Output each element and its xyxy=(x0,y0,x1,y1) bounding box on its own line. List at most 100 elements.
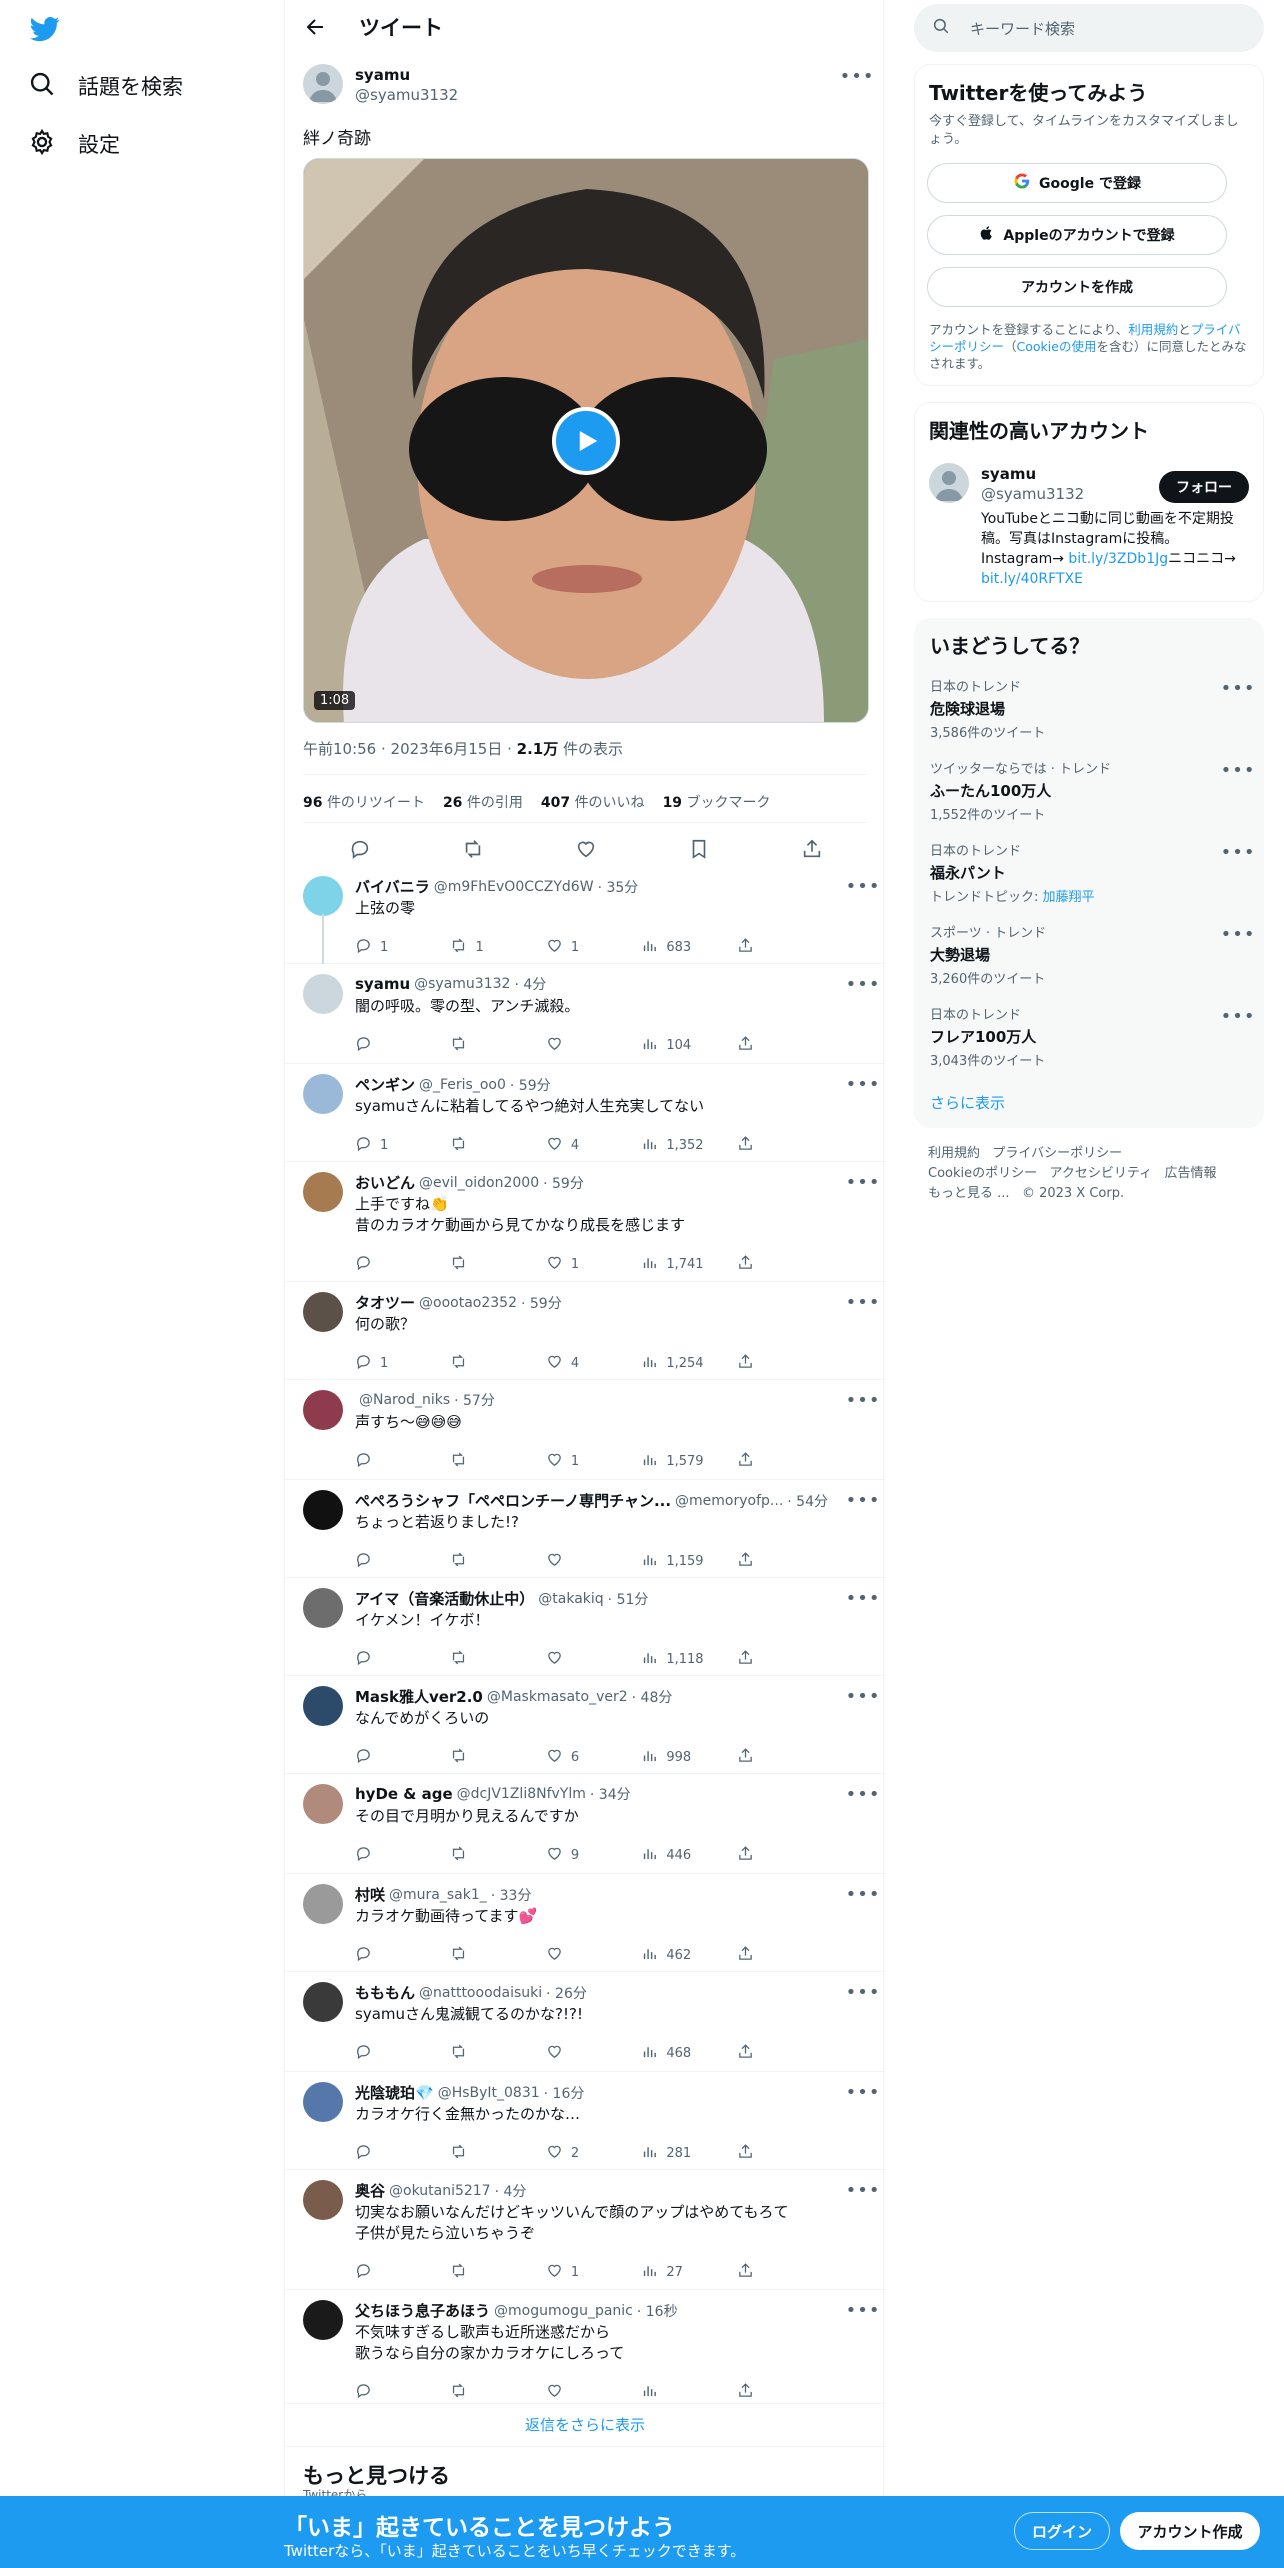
reply-views-button[interactable]: 1,159 xyxy=(641,1551,736,1572)
reply-share-button[interactable] xyxy=(737,2043,775,2064)
reply-retweet-button[interactable]: 1 xyxy=(450,937,545,958)
avatar[interactable] xyxy=(303,2300,343,2340)
reply-retweet-button[interactable] xyxy=(450,1551,545,1572)
footer-ads[interactable]: 広告情報 xyxy=(1165,1166,1217,1181)
reply-retweet-button[interactable] xyxy=(450,2382,545,2403)
reply-time[interactable]: · 59分 xyxy=(510,1075,551,1095)
reply-like-button[interactable] xyxy=(546,2043,641,2064)
avatar[interactable] xyxy=(303,876,343,916)
search-box[interactable]: キーワード検索 xyxy=(914,4,1264,52)
reply-share-button[interactable] xyxy=(737,1135,775,1156)
reply-reply-button[interactable] xyxy=(355,1451,450,1472)
reply-time[interactable]: · 48分 xyxy=(632,1687,673,1707)
reply-views-button[interactable]: 446 xyxy=(641,1845,736,1866)
reply-author-handle[interactable]: @_Feris_oo0 xyxy=(419,1077,506,1093)
reply-author-name[interactable]: hyDe & age xyxy=(355,1785,453,1803)
reply-time[interactable]: · 33分 xyxy=(491,1885,532,1905)
reply-views-button[interactable]: 1,352 xyxy=(641,1135,736,1156)
reply-views-button[interactable]: 998 xyxy=(641,1747,736,1768)
reply-reply-button[interactable]: 1 xyxy=(355,937,450,958)
reply-reply-button[interactable] xyxy=(355,1035,450,1056)
more-options-icon[interactable]: ••• xyxy=(1221,840,1255,864)
tweet-time[interactable]: 午前10:56 xyxy=(303,740,376,758)
reply-reply-button[interactable]: 1 xyxy=(355,1353,450,1374)
more-options-icon[interactable]: ••• xyxy=(846,1488,880,1512)
reply-reply-button[interactable] xyxy=(355,2262,450,2283)
avatar[interactable] xyxy=(303,1172,343,1212)
trend-item[interactable]: 日本のトレンド 危険球退場 3,586件のツイート ••• xyxy=(930,676,1255,742)
reply-time[interactable]: · 59分 xyxy=(521,1293,562,1313)
avatar[interactable] xyxy=(303,1074,343,1114)
trends-show-more-link[interactable]: さらに表示 xyxy=(930,1092,1005,1113)
reply-share-button[interactable] xyxy=(737,2382,775,2403)
reply-views-button[interactable]: 683 xyxy=(641,937,736,958)
reply-icon[interactable] xyxy=(349,838,371,864)
reply-reply-button[interactable] xyxy=(355,2382,450,2403)
reply-retweet-button[interactable] xyxy=(450,1135,545,1156)
more-options-icon[interactable]: ••• xyxy=(846,1072,880,1096)
reply-views-button[interactable]: 27 xyxy=(641,2262,736,2283)
reply-views-button[interactable]: 281 xyxy=(641,2143,736,2164)
more-options-icon[interactable]: ••• xyxy=(846,1388,880,1412)
reply-retweet-button[interactable] xyxy=(450,1254,545,1275)
reply-retweet-button[interactable] xyxy=(450,1747,545,1768)
google-signup-button[interactable]: Google で登録 xyxy=(927,163,1227,203)
reply-like-button[interactable]: 1 xyxy=(546,1254,641,1275)
more-options-icon[interactable]: ••• xyxy=(846,2298,880,2322)
footer-terms[interactable]: 利用規約 xyxy=(928,1146,980,1161)
terms-link[interactable]: 利用規約 xyxy=(1128,322,1178,337)
nav-explore[interactable]: 話題を検索 xyxy=(28,66,183,106)
share-icon[interactable] xyxy=(801,838,823,864)
reply-reply-button[interactable] xyxy=(355,1945,450,1966)
related-handle[interactable]: @syamu3132 xyxy=(981,485,1084,503)
reply-share-button[interactable] xyxy=(737,1035,775,1056)
footer-privacy[interactable]: プライバシーポリシー xyxy=(992,1146,1122,1161)
follow-button[interactable]: フォロー xyxy=(1159,471,1249,503)
bookmark-icon[interactable] xyxy=(688,838,710,864)
more-options-icon[interactable]: ••• xyxy=(846,1980,880,2004)
reply-views-button[interactable]: 1,118 xyxy=(641,1649,736,1670)
reply-like-button[interactable] xyxy=(546,1649,641,1670)
reply-views-button[interactable] xyxy=(641,2382,736,2403)
reply-retweet-button[interactable] xyxy=(450,1649,545,1670)
more-options-icon[interactable]: ••• xyxy=(846,1586,880,1610)
more-options-icon[interactable]: ••• xyxy=(1221,676,1255,700)
reply-author-name[interactable]: タオツー xyxy=(355,1292,415,1313)
reply-author-handle[interactable]: @m9FhEvO0CCZYd6W xyxy=(434,879,594,895)
like-icon[interactable] xyxy=(575,838,597,864)
reply-time[interactable]: · 16分 xyxy=(544,2083,585,2103)
reply-author-handle[interactable]: @HsByIt_0831 xyxy=(438,2085,540,2101)
avatar[interactable] xyxy=(303,2082,343,2122)
reply-author-name[interactable]: Mask雅人ver2.0 xyxy=(355,1686,483,1707)
back-arrow-icon[interactable] xyxy=(303,15,327,39)
avatar[interactable] xyxy=(929,463,969,503)
reply-author-handle[interactable]: @mogumogu_panic xyxy=(494,2303,633,2319)
reply-time[interactable]: · 26分 xyxy=(546,1983,587,2003)
reply-author-name[interactable]: バイバニラ xyxy=(355,876,430,897)
reply-share-button[interactable] xyxy=(737,1254,775,1275)
tweet-author-handle[interactable]: @syamu3132 xyxy=(355,86,458,104)
reply-time[interactable]: · 51分 xyxy=(608,1589,649,1609)
reply-reply-button[interactable]: 1 xyxy=(355,1135,450,1156)
reply-like-button[interactable]: 1 xyxy=(546,2262,641,2283)
avatar[interactable] xyxy=(303,974,343,1014)
bio-link-instagram[interactable]: bit.ly/3ZDb1Jg xyxy=(1068,551,1168,567)
login-button[interactable]: ログイン xyxy=(1014,2512,1110,2550)
reply-like-button[interactable] xyxy=(546,1551,641,1572)
reply-author-name[interactable]: 奥谷 xyxy=(355,2180,385,2201)
avatar[interactable] xyxy=(303,1784,343,1824)
trend-topic-link[interactable]: 加藤翔平 xyxy=(1043,890,1095,905)
nav-settings[interactable]: 設定 xyxy=(28,124,120,164)
twitter-logo-icon[interactable] xyxy=(28,14,62,44)
trend-item[interactable]: 日本のトレンド フレア100万人 3,043件のツイート ••• xyxy=(930,1004,1254,1070)
reply-retweet-button[interactable] xyxy=(450,1451,545,1472)
reply-author-name[interactable]: 村咲 xyxy=(355,1884,385,1905)
reply-share-button[interactable] xyxy=(737,2262,775,2283)
reply-time[interactable]: · 59分 xyxy=(543,1173,584,1193)
like-stat[interactable]: 407 件のいいね xyxy=(541,792,645,812)
reply-time[interactable]: · 54分 xyxy=(787,1491,828,1511)
reply-time[interactable]: · 4分 xyxy=(514,974,546,994)
create-account-button[interactable]: アカウントを作成 xyxy=(927,267,1227,307)
reply-views-button[interactable]: 468 xyxy=(641,2043,736,2064)
tweet-date[interactable]: 2023年6月15日 xyxy=(391,740,503,758)
